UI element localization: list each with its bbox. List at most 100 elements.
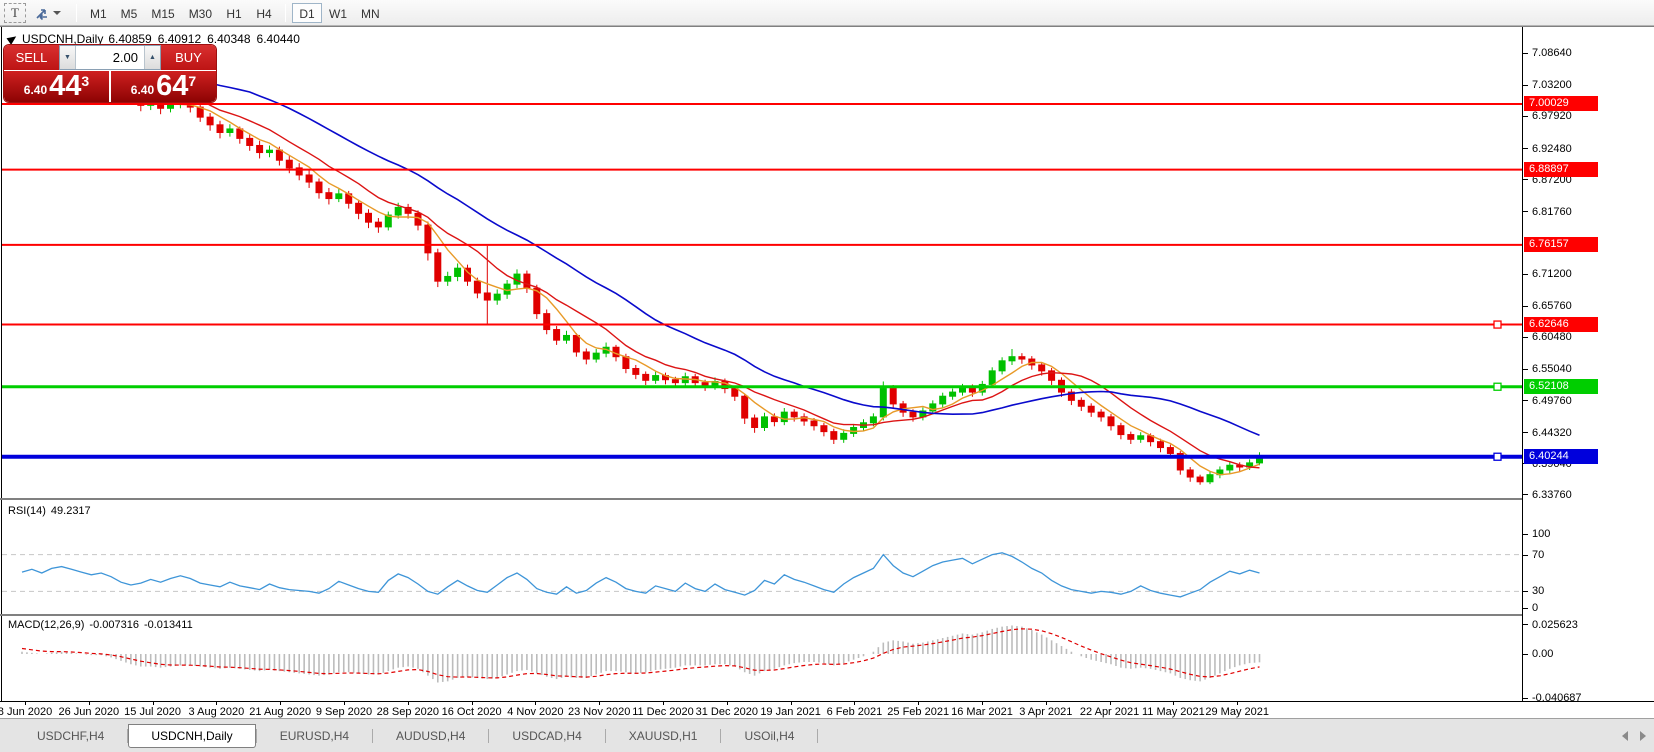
sell-button[interactable]: SELL xyxy=(4,45,59,70)
rsi-indicator-value: 49.2317 xyxy=(50,505,91,517)
date-label: 6 Feb 2021 xyxy=(826,706,883,718)
spinner-up-icon: ▲ xyxy=(149,54,156,61)
date-label: 3 Aug 2020 xyxy=(188,706,245,718)
macd-indicator-name: MACD(12,26,9) xyxy=(8,619,85,631)
mt4-terminal: { "toolbar": { "text_tool": "T", "timefr… xyxy=(0,0,1654,752)
top-toolbar: T M1 M5 M15 M30 H1 H4 D1 W1 MN xyxy=(0,0,1654,26)
timeframe-button-h1[interactable]: H1 xyxy=(219,3,249,23)
chart-symbol-period: USDCNH,Daily xyxy=(22,32,104,46)
level-price-label: 7.00029 xyxy=(1524,96,1598,112)
high-value: 6.40912 xyxy=(157,32,202,46)
trade-panel-price-row: 6.40 44 3 6.40 64 7 xyxy=(4,70,216,102)
sell-price-box[interactable]: 6.40 44 3 xyxy=(4,71,109,102)
date-label: 23 Nov 2020 xyxy=(567,706,631,718)
volume-increase-button[interactable]: ▲ xyxy=(144,46,160,69)
timeframe-button-m30[interactable]: M30 xyxy=(182,3,219,23)
timeframe-button-mn[interactable]: MN xyxy=(354,3,387,23)
date-tick-mark xyxy=(216,702,218,705)
date-tick-mark xyxy=(471,702,473,705)
rsi-tick-label: 70 xyxy=(1532,549,1545,561)
rsi-tick-mark xyxy=(1523,591,1528,592)
level-line-handle[interactable] xyxy=(1493,382,1502,391)
volume-stepper: ▼ 2.00 ▲ xyxy=(59,45,161,70)
macd-pane[interactable] xyxy=(2,616,1522,701)
price-tick-label: 6.49760 xyxy=(1532,394,1572,407)
tab-separator xyxy=(817,728,819,743)
price-tick-label: 6.97920 xyxy=(1532,110,1572,123)
volume-decrease-button[interactable]: ▼ xyxy=(60,46,76,69)
date-label: 28 Sep 2020 xyxy=(376,706,439,718)
sell-price-base: 6.40 xyxy=(23,83,48,97)
price-tick-mark xyxy=(1523,305,1528,307)
chart-tab-usdcnh-daily[interactable]: USDCNH,Daily xyxy=(128,723,256,748)
price-tick-label: 6.65760 xyxy=(1532,300,1572,313)
tab-scroll-right-icon[interactable] xyxy=(1640,731,1646,741)
chart-tab-eurusd-h4[interactable]: EURUSD,H4 xyxy=(257,724,372,748)
timeframe-button-m1[interactable]: M1 xyxy=(83,3,114,23)
arrow-objects-button[interactable] xyxy=(34,3,70,23)
chart-tab-audusd-h4[interactable]: AUDUSD,H4 xyxy=(373,724,488,748)
timeframe-button-h4[interactable]: H4 xyxy=(249,3,279,23)
crossed-arrows-icon xyxy=(36,8,47,20)
timeframe-button-m15[interactable]: M15 xyxy=(144,3,181,23)
rsi-pane[interactable] xyxy=(2,501,1522,613)
chart-tab-usdcad-h4[interactable]: USDCAD,H4 xyxy=(489,724,604,748)
chart-window: USDCNH,Daily 6.40859 6.40912 6.40348 6.4… xyxy=(0,26,1654,719)
one-click-trading-panel: SELL ▼ 2.00 ▲ BUY 6.40 44 3 6.40 64 7 xyxy=(4,45,216,102)
price-tick-label: 6.33760 xyxy=(1532,488,1572,501)
date-label: 19 Jan 2021 xyxy=(760,706,821,718)
date-label: 21 Aug 2020 xyxy=(249,706,312,718)
text-tool-button[interactable]: T xyxy=(4,2,26,23)
chart-tab-usoil-h4[interactable]: USOil,H4 xyxy=(721,724,817,748)
date-label: 16 Oct 2020 xyxy=(441,706,502,718)
date-tick-mark xyxy=(88,702,90,705)
close-value: 6.40440 xyxy=(256,32,300,46)
price-tick-label: 6.92480 xyxy=(1532,142,1572,155)
price-tick-label: 6.55040 xyxy=(1532,363,1572,376)
level-price-label: 6.52108 xyxy=(1524,379,1598,395)
spinner-down-icon: ▼ xyxy=(64,54,71,61)
chart-tab-usdchf-h4[interactable]: USDCHF,H4 xyxy=(14,724,127,748)
pane-separator[interactable] xyxy=(0,498,1654,500)
date-tick-mark xyxy=(25,702,26,705)
date-label: 26 Jun 2020 xyxy=(58,706,120,718)
date-label: 8 Jun 2020 xyxy=(0,706,53,718)
chart-tab-xauusd-h1[interactable]: XAUUSD,H1 xyxy=(606,724,721,748)
rsi-label: RSI(14) 49.2317 xyxy=(8,505,91,517)
date-tick-mark xyxy=(407,702,409,705)
macd-signal-value: -0.013411 xyxy=(143,619,193,631)
date-label: 31 Dec 2020 xyxy=(695,706,758,718)
price-tick-label: 6.71200 xyxy=(1532,268,1572,281)
tab-scroll-left-icon[interactable] xyxy=(1622,731,1628,741)
chart-tab-bar: USDCHF,H4 USDCNH,Daily EURUSD,H4 AUDUSD,H4 U… xyxy=(0,718,1654,752)
sell-price-pips: 44 xyxy=(49,70,82,102)
trade-panel-top-row: SELL ▼ 2.00 ▲ BUY xyxy=(4,45,216,70)
level-line-handle[interactable] xyxy=(1493,320,1502,329)
sell-button-label: SELL xyxy=(15,50,48,65)
timeframe-button-w1[interactable]: W1 xyxy=(322,3,354,23)
date-tick-mark xyxy=(790,702,792,705)
date-tick-mark xyxy=(726,702,728,705)
date-label: 11 Dec 2020 xyxy=(632,706,694,718)
macd-label: MACD(12,26,9) -0.007316 -0.013411 xyxy=(8,619,193,631)
rsi-tick-mark xyxy=(1523,555,1528,556)
timeframe-button-m5[interactable]: M5 xyxy=(114,3,145,23)
date-label: 11 May 2021 xyxy=(1141,706,1205,718)
date-label: 9 Sep 2020 xyxy=(315,706,373,718)
date-tick-mark xyxy=(535,702,537,705)
date-tick-mark xyxy=(1109,702,1111,705)
low-value: 6.40348 xyxy=(207,32,251,46)
date-label: 25 Feb 2021 xyxy=(887,706,950,718)
price-tick-label: 7.08640 xyxy=(1532,47,1572,60)
timeframe-button-d1[interactable]: D1 xyxy=(292,2,323,23)
level-line-handle[interactable] xyxy=(1493,452,1502,461)
buy-price-box[interactable]: 6.40 64 7 xyxy=(111,71,216,102)
price-chart-pane[interactable] xyxy=(2,29,1522,498)
volume-input[interactable]: 2.00 xyxy=(76,46,144,69)
date-label: 15 Jul 2020 xyxy=(124,706,182,718)
rsi-tick-label: 30 xyxy=(1532,585,1545,597)
ohlc-values: 6.40859 6.40912 6.40348 6.40440 xyxy=(108,32,300,46)
chart-title: USDCNH,Daily 6.40859 6.40912 6.40348 6.4… xyxy=(6,32,300,46)
buy-button[interactable]: BUY xyxy=(161,45,216,70)
macd-tick-mark xyxy=(1523,624,1528,626)
